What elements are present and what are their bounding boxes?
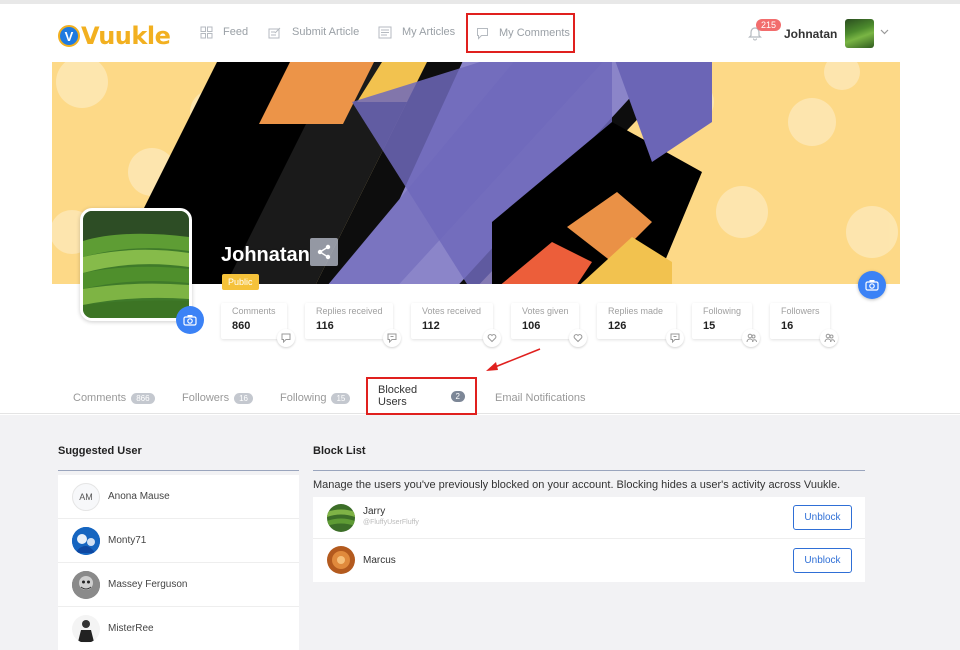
blocked-user-list: Jarry @FluffyUserFluffy Unblock Marcus U…	[313, 497, 865, 582]
nav-my-comments[interactable]: My Comments	[466, 13, 575, 53]
tab-count-badge: 15	[331, 392, 351, 404]
annotation-arrow-icon	[486, 348, 541, 371]
logo-badge: V	[58, 25, 80, 47]
avatar-landscape-image	[83, 211, 189, 318]
logo-text: Vuukle	[81, 22, 171, 50]
tab-label: Comments	[73, 392, 127, 404]
article-icon	[378, 26, 392, 38]
tab-label: Blocked Users	[378, 384, 418, 408]
nav-my-articles[interactable]: My Articles	[378, 14, 455, 50]
tab-email-notifications[interactable]: Email Notifications	[495, 379, 585, 417]
profile-avatar	[80, 208, 192, 321]
divider	[58, 470, 299, 471]
tab-label: Email Notifications	[495, 392, 586, 404]
blocked-user-name: Jarry	[363, 506, 386, 517]
suggested-user-name: Anona Mause	[108, 491, 170, 502]
tab-label: Followers	[182, 392, 230, 404]
user-avatar	[327, 504, 355, 532]
suggested-user-heading: Suggested User	[58, 445, 142, 457]
nav-submit-article[interactable]: Submit Article	[268, 14, 359, 50]
reply-icon	[383, 329, 401, 347]
stat-label: Comments	[232, 306, 276, 316]
suggested-user-item[interactable]: Massey Ferguson	[58, 563, 299, 607]
share-icon	[317, 244, 331, 260]
tab-count-badge: 16	[234, 392, 253, 404]
stat-value: 116	[316, 320, 334, 332]
nav-feed-label: Feed	[223, 26, 249, 38]
camera-icon	[865, 280, 879, 291]
profile-name: Johnatan	[221, 244, 310, 266]
tab-label: Following	[280, 392, 327, 404]
header-username[interactable]: Johnatan	[784, 27, 837, 41]
stat-comments[interactable]: Comments 860	[221, 303, 295, 347]
user-initials-avatar: AM	[72, 482, 100, 511]
suggested-user-list: AM Anona Mause Monty71 Massey Ferguson M…	[58, 475, 299, 650]
comment-icon	[277, 329, 295, 347]
stat-votes-given[interactable]: Votes given 106	[511, 303, 587, 347]
tab-following[interactable]: Following 15	[280, 379, 351, 417]
user-avatar	[327, 546, 355, 574]
chevron-down-icon[interactable]	[880, 29, 889, 35]
stat-replies-received[interactable]: Replies received 116	[305, 303, 401, 347]
suggested-user-name: Massey Ferguson	[108, 579, 188, 590]
change-cover-button[interactable]	[858, 271, 886, 299]
nav-feed[interactable]: Feed	[200, 14, 248, 50]
notification-count-badge: 215	[756, 19, 782, 31]
user-avatar	[72, 614, 100, 643]
unblock-button[interactable]: Unblock	[793, 505, 852, 530]
reply-icon	[666, 329, 684, 347]
suggested-user-item[interactable]: MisterRee	[58, 607, 299, 650]
share-profile-button[interactable]	[310, 238, 338, 266]
camera-icon	[183, 315, 197, 326]
user-avatar	[72, 526, 100, 555]
users-icon	[742, 329, 760, 347]
stat-label: Votes given	[522, 306, 569, 316]
stat-value: 126	[608, 320, 627, 332]
stat-label: Votes received	[422, 306, 482, 316]
blocked-user-handle: @FluffyUserFluffy	[363, 519, 419, 526]
change-avatar-button[interactable]	[176, 306, 204, 334]
visibility-badge: Public	[222, 274, 259, 290]
tab-followers[interactable]: Followers 16	[182, 379, 253, 417]
stat-label: Replies made	[608, 306, 664, 316]
heart-icon	[569, 329, 587, 347]
blocked-user-name: Marcus	[363, 555, 396, 566]
tab-count-badge: 866	[131, 392, 155, 404]
user-avatar	[72, 570, 100, 599]
block-list-description: Manage the users you've previously block…	[313, 479, 841, 491]
stat-value: 106	[522, 320, 541, 332]
stat-value: 860	[232, 320, 251, 332]
blocked-user-row: Jarry @FluffyUserFluffy Unblock	[313, 497, 865, 539]
unblock-button[interactable]: Unblock	[793, 548, 852, 573]
vuukle-logo[interactable]: V Vuukle	[58, 22, 171, 50]
nav-comments-label: My Comments	[499, 27, 570, 39]
comment-icon	[477, 27, 488, 40]
nav-submit-label: Submit Article	[292, 26, 360, 38]
stat-value: 112	[422, 320, 440, 332]
stat-label: Following	[703, 306, 742, 316]
stat-label: Followers	[781, 306, 820, 316]
tab-count-badge: 2	[450, 390, 465, 402]
nav-articles-label: My Articles	[402, 26, 456, 38]
stat-following[interactable]: Following 15	[692, 303, 760, 347]
suggested-user-item[interactable]: Monty71	[58, 519, 299, 563]
stat-followers[interactable]: Followers 16	[770, 303, 838, 347]
grid-icon	[200, 26, 213, 38]
users-icon	[820, 329, 838, 347]
stat-replies-made[interactable]: Replies made 126	[597, 303, 684, 347]
stat-label: Replies received	[316, 306, 383, 316]
suggested-user-name: Monty71	[108, 535, 147, 546]
suggested-user-name: MisterRee	[108, 623, 154, 634]
block-list-heading: Block List	[313, 445, 366, 457]
tab-comments[interactable]: Comments 866	[73, 379, 155, 417]
header-avatar[interactable]	[845, 19, 874, 48]
stat-votes-received[interactable]: Votes received 112	[411, 303, 501, 347]
stat-value: 16	[781, 320, 794, 332]
edit-icon	[268, 27, 281, 38]
divider	[313, 470, 865, 471]
stat-value: 15	[703, 320, 716, 332]
blocked-user-row: Marcus Unblock	[313, 539, 865, 582]
tab-blocked-users[interactable]: Blocked Users 2	[366, 377, 477, 415]
suggested-user-item[interactable]: AM Anona Mause	[58, 475, 299, 519]
